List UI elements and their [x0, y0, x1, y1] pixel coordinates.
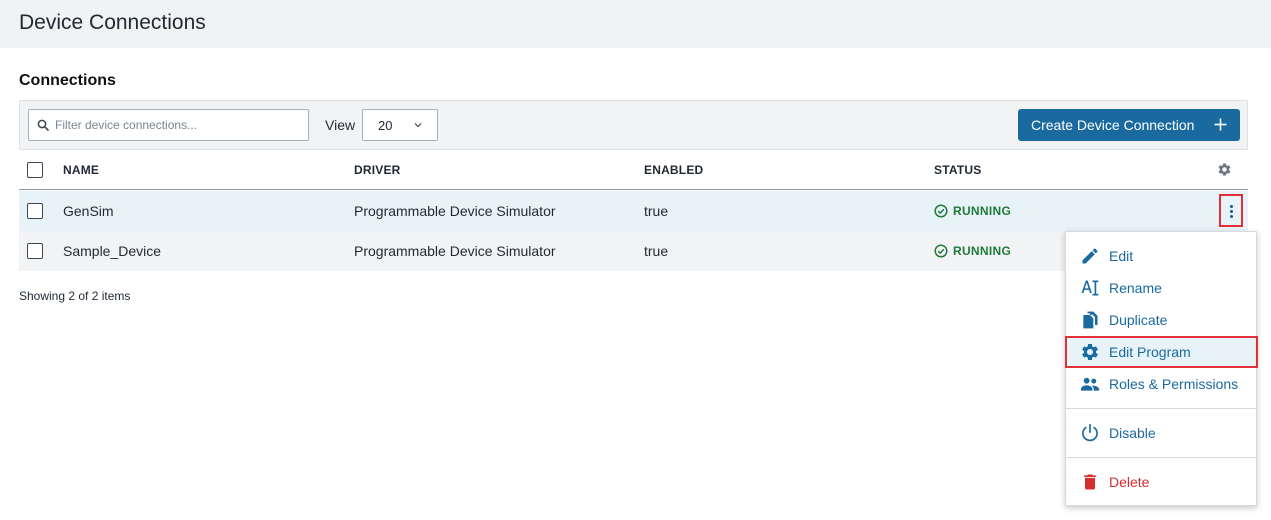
table-header: NAME DRIVER ENABLED STATUS: [19, 150, 1248, 190]
column-header-status[interactable]: STATUS: [934, 163, 981, 177]
menu-item-label: Edit: [1109, 248, 1134, 264]
gear-icon: [1082, 344, 1098, 360]
row-enabled: true: [644, 243, 669, 259]
check-circle-icon: [934, 204, 948, 218]
kebab-dot-icon: [1229, 205, 1233, 208]
search-input[interactable]: [55, 110, 305, 140]
page-header: Device Connections: [0, 0, 1271, 48]
kebab-dot-icon: [1229, 215, 1233, 218]
table-row[interactable]: Sample_Device Programmable Device Simula…: [19, 231, 1248, 271]
search-icon: [37, 119, 49, 131]
row-checkbox[interactable]: [27, 243, 43, 259]
create-device-connection-label: Create Device Connection: [1031, 117, 1195, 133]
users-icon: [1080, 377, 1100, 391]
rename-icon: [1081, 280, 1099, 296]
view-page-size-value: 20: [378, 118, 393, 133]
menu-item-rename[interactable]: Rename: [1066, 272, 1256, 304]
row-name: GenSim: [63, 203, 114, 219]
duplicate-icon: [1083, 311, 1098, 329]
row-driver: Programmable Device Simulator: [354, 243, 556, 259]
menu-item-label: Rename: [1109, 280, 1162, 296]
device-connections-page: Device Connections Connections View 20 C…: [0, 0, 1271, 520]
menu-item-label: Delete: [1109, 474, 1150, 490]
row-name: Sample_Device: [63, 243, 162, 259]
row-actions-kebab-button[interactable]: [1219, 194, 1243, 227]
menu-item-delete[interactable]: Delete: [1066, 466, 1256, 498]
menu-divider: [1066, 457, 1256, 458]
menu-item-label: Roles & Permissions: [1109, 376, 1239, 392]
row-checkbox[interactable]: [27, 203, 43, 219]
create-device-connection-button[interactable]: Create Device Connection: [1018, 109, 1240, 141]
pencil-icon: [1082, 248, 1098, 264]
status-text: RUNNING: [953, 204, 1012, 218]
section-title: Connections: [19, 72, 116, 89]
column-header-driver[interactable]: DRIVER: [354, 163, 401, 177]
kebab-dot-icon: [1229, 210, 1233, 213]
status-text: RUNNING: [953, 244, 1012, 258]
menu-item-edit-program[interactable]: Edit Program: [1065, 336, 1258, 368]
column-settings-gear-icon[interactable]: [1217, 162, 1232, 177]
row-enabled: true: [644, 203, 669, 219]
table-toolbar: View 20 Create Device Connection: [19, 100, 1248, 150]
trash-icon: [1084, 474, 1096, 490]
column-header-enabled[interactable]: ENABLED: [644, 163, 703, 177]
view-label: View: [325, 117, 356, 133]
select-all-checkbox[interactable]: [27, 162, 43, 178]
menu-item-label: Disable: [1109, 425, 1156, 441]
page-title: Device Connections: [19, 11, 206, 34]
view-page-size-select[interactable]: 20: [362, 109, 438, 141]
power-icon: [1082, 423, 1098, 442]
chevron-down-icon: [414, 123, 422, 128]
menu-divider: [1066, 408, 1256, 409]
menu-item-edit[interactable]: Edit: [1066, 240, 1256, 272]
menu-item-disable[interactable]: Disable: [1066, 417, 1256, 449]
menu-item-label: Edit Program: [1109, 344, 1191, 360]
row-actions-menu: Edit Rename Duplicate Edit Program Roles…: [1065, 231, 1258, 506]
check-circle-icon: [934, 244, 948, 258]
row-driver: Programmable Device Simulator: [354, 203, 556, 219]
column-header-name[interactable]: NAME: [63, 163, 99, 177]
menu-item-roles-permissions[interactable]: Roles & Permissions: [1066, 368, 1256, 400]
search-box[interactable]: [28, 109, 309, 141]
table-row[interactable]: GenSim Programmable Device Simulator tru…: [19, 191, 1248, 231]
plus-icon: [1214, 118, 1227, 131]
menu-item-label: Duplicate: [1109, 312, 1168, 328]
items-count: Showing 2 of 2 items: [19, 289, 131, 303]
menu-item-duplicate[interactable]: Duplicate: [1066, 304, 1256, 336]
